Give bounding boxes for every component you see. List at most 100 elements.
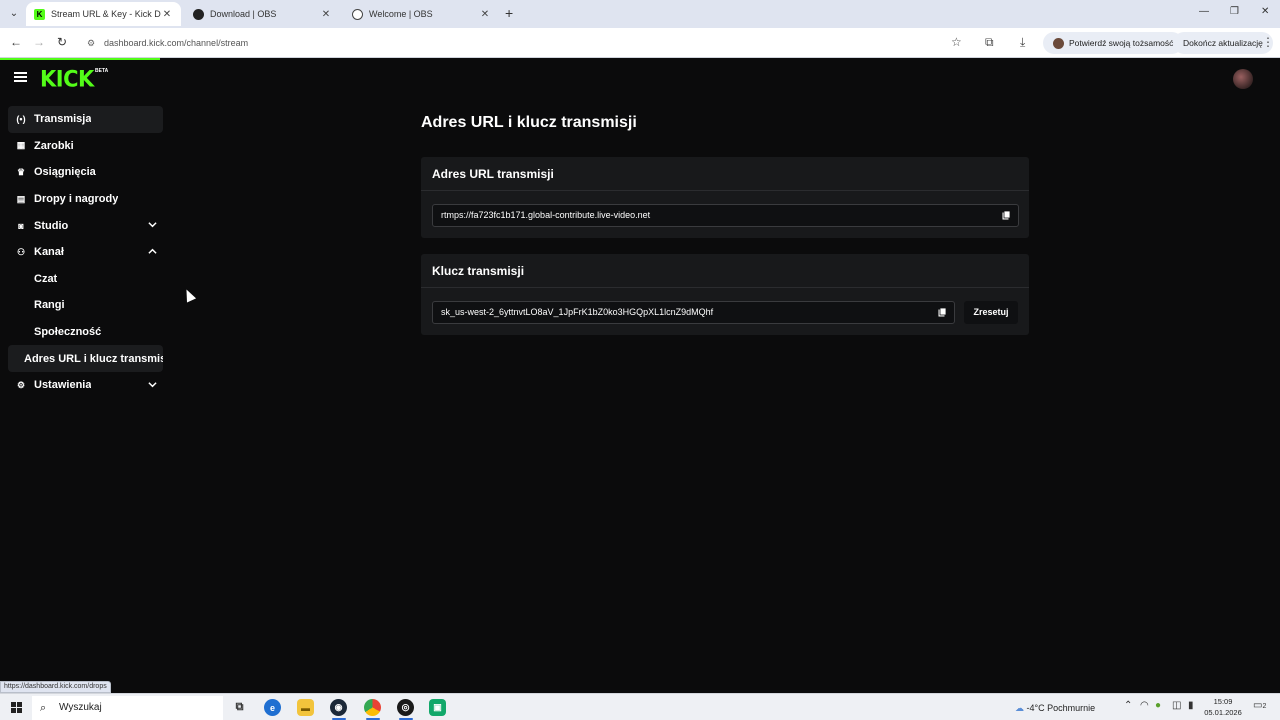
wifi-icon[interactable]: ◠	[1140, 700, 1149, 711]
finish-update-button[interactable]: Dokończ aktualizację	[1173, 32, 1273, 54]
tab-download-obs[interactable]: Download | OBS ✕	[185, 2, 340, 26]
new-tab-button[interactable]: +	[505, 5, 513, 21]
obs-icon[interactable]: ◎	[397, 699, 414, 716]
sidebar-item-label: Transmisja	[34, 113, 92, 126]
sidebar-item-czat[interactable]: Czat	[8, 266, 163, 293]
chrome-icon[interactable]	[364, 699, 381, 716]
sidebar-item-label: Rangi	[34, 299, 65, 312]
copy-icon[interactable]	[938, 308, 946, 317]
close-icon[interactable]: ✕	[320, 9, 332, 20]
back-icon[interactable]: ←	[10, 35, 22, 49]
notifications-icon[interactable]: ▭2	[1253, 700, 1266, 711]
browser-menu-icon[interactable]: ⋮	[1262, 35, 1274, 49]
status-bar-url: https://dashboard.kick.com/drops	[0, 681, 111, 693]
tray-chevron-icon[interactable]: ⌃	[1124, 700, 1132, 711]
sidebar-item-transmisja[interactable]: (•) Transmisja	[8, 106, 163, 133]
network-icon[interactable]: ◫	[1172, 700, 1181, 711]
beta-badge: BETA	[95, 68, 109, 74]
chevron-up-icon[interactable]	[148, 247, 157, 256]
sidebar-item-kanal[interactable]: ⚇ Kanał	[8, 239, 163, 266]
trophy-icon: ♛	[16, 166, 26, 177]
taskbar-clock[interactable]: 15:09 05.01.2026	[1203, 696, 1243, 718]
kick-icon: K	[34, 8, 45, 20]
sidebar-item-label: Społeczność	[34, 326, 102, 339]
search-icon: ⌕	[40, 702, 47, 714]
url-input[interactable]: ⚙ dashboard.kick.com/channel/stream	[80, 32, 960, 54]
clock-date: 05.01.2026	[1204, 708, 1242, 717]
file-explorer-icon[interactable]: ▬	[297, 699, 314, 716]
profile-avatar-icon	[1053, 38, 1064, 50]
url-text: dashboard.kick.com/channel/stream	[104, 38, 249, 48]
sidebar-item-label: Dropy i nagrody	[34, 193, 119, 206]
reload-icon[interactable]: ↻	[57, 35, 67, 49]
gift-icon: ▤	[16, 193, 26, 204]
stream-key-value: sk_us-west-2_6yttnvtLO8aV_1JpFrK1bZ0ko3H…	[441, 307, 714, 317]
sidebar-item-studio[interactable]: ◙ Studio	[8, 212, 163, 239]
update-label: Dokończ aktualizację	[1183, 38, 1263, 48]
app-icon[interactable]: ▣	[429, 699, 446, 716]
sidebar-item-label: Adres URL i klucz transmisji	[24, 352, 163, 365]
notification-count: 2	[1262, 703, 1267, 710]
bookmark-star-icon[interactable]: ☆	[951, 35, 962, 49]
verify-label: Potwierdź swoją tożsamość	[1069, 38, 1174, 48]
sidebar-item-stream-url-key[interactable]: Adres URL i klucz transmisji	[8, 345, 163, 372]
copy-icon[interactable]	[1002, 211, 1010, 220]
loading-progress-bar	[0, 58, 160, 60]
stream-key-card: Klucz transmisji sk_us-west-2_6yttnvtLO8…	[421, 254, 1029, 335]
steam-icon[interactable]: ◉	[330, 699, 347, 716]
sidebar-item-zarobki[interactable]: ▦ Zarobki	[8, 133, 163, 160]
verify-identity-button[interactable]: Potwierdź swoją tożsamość	[1043, 32, 1184, 54]
tab-title: Welcome | OBS	[369, 9, 433, 19]
weather-widget[interactable]: ☁ -4°C Pochmurnie	[1015, 698, 1095, 718]
task-view-icon[interactable]: ⧉	[231, 699, 248, 716]
avatar[interactable]	[1233, 69, 1253, 89]
browser-tab-bar: ⌄ K Stream URL & Key - Kick Dashb ✕ Down…	[0, 0, 1280, 28]
clock-time: 15:09	[1213, 697, 1233, 706]
mouse-cursor	[181, 287, 197, 303]
page-title: Adres URL i klucz transmisji	[421, 114, 637, 131]
restore-icon[interactable]: ❐	[1230, 6, 1239, 17]
tab-title: Download | OBS	[210, 9, 277, 19]
sidebar-item-label: Osiągnięcia	[34, 166, 96, 179]
tab-welcome-obs[interactable]: Welcome | OBS ✕	[344, 2, 499, 26]
stream-url-heading: Adres URL transmisji	[421, 157, 1029, 191]
close-icon[interactable]: ✕	[161, 9, 173, 20]
edge-icon[interactable]: e	[264, 699, 281, 716]
site-info-icon[interactable]: ⚙	[87, 32, 95, 54]
chevron-down-icon[interactable]	[148, 380, 157, 389]
stream-key-heading: Klucz transmisji	[421, 254, 1029, 288]
sidebar-item-dropy[interactable]: ▤ Dropy i nagrody	[8, 186, 163, 213]
download-icon[interactable]: ⤓	[1020, 35, 1025, 50]
windows-start-icon[interactable]	[11, 702, 22, 713]
tab-search-icon[interactable]: ⌄	[6, 6, 22, 22]
obs-icon	[352, 8, 363, 20]
menu-icon[interactable]	[14, 72, 27, 82]
sidebar-item-spolecznosc[interactable]: Społeczność	[8, 319, 163, 346]
stream-url-value: rtmps://fa723fc1b171.global-contribute.l…	[441, 210, 651, 220]
window-close-icon[interactable]: ✕	[1261, 6, 1269, 17]
app-tray-icon[interactable]: ●	[1155, 700, 1161, 711]
close-icon[interactable]: ✕	[479, 9, 491, 20]
sidebar: (•) Transmisja ▦ Zarobki ♛ Osiągnięcia ▤…	[8, 106, 163, 399]
forward-icon[interactable]: →	[33, 35, 45, 49]
microphone-icon[interactable]: ▮	[1188, 700, 1194, 711]
channel-icon: ⚇	[16, 246, 26, 257]
extensions-icon[interactable]: ⧉	[985, 35, 994, 50]
kick-dashboard: KICK BETA (•) Transmisja ▦ Zarobki ♛ Osi…	[0, 58, 1280, 693]
sidebar-item-rangi[interactable]: Rangi	[8, 292, 163, 319]
obs-icon	[193, 8, 204, 20]
reset-key-button[interactable]: Zresetuj	[964, 301, 1018, 324]
stream-key-field[interactable]: sk_us-west-2_6yttnvtLO8aV_1JpFrK1bZ0ko3H…	[432, 301, 955, 324]
weather-text: -4°C Pochmurnie	[1026, 703, 1096, 713]
tab-kick-stream[interactable]: K Stream URL & Key - Kick Dashb ✕	[26, 2, 181, 26]
broadcast-icon: (•)	[16, 114, 26, 125]
taskbar-search-input[interactable]: ⌕ Wyszukaj	[32, 696, 223, 720]
gear-icon: ⚙	[16, 379, 26, 390]
sidebar-item-label: Kanał	[34, 246, 64, 259]
stream-url-field[interactable]: rtmps://fa723fc1b171.global-contribute.l…	[432, 204, 1019, 227]
kick-logo[interactable]: KICK	[40, 66, 94, 91]
chevron-down-icon[interactable]	[148, 220, 157, 229]
minimize-icon[interactable]: —	[1199, 6, 1209, 17]
sidebar-item-osiagniecia[interactable]: ♛ Osiągnięcia	[8, 159, 163, 186]
sidebar-item-ustawienia[interactable]: ⚙ Ustawienia	[8, 372, 163, 399]
